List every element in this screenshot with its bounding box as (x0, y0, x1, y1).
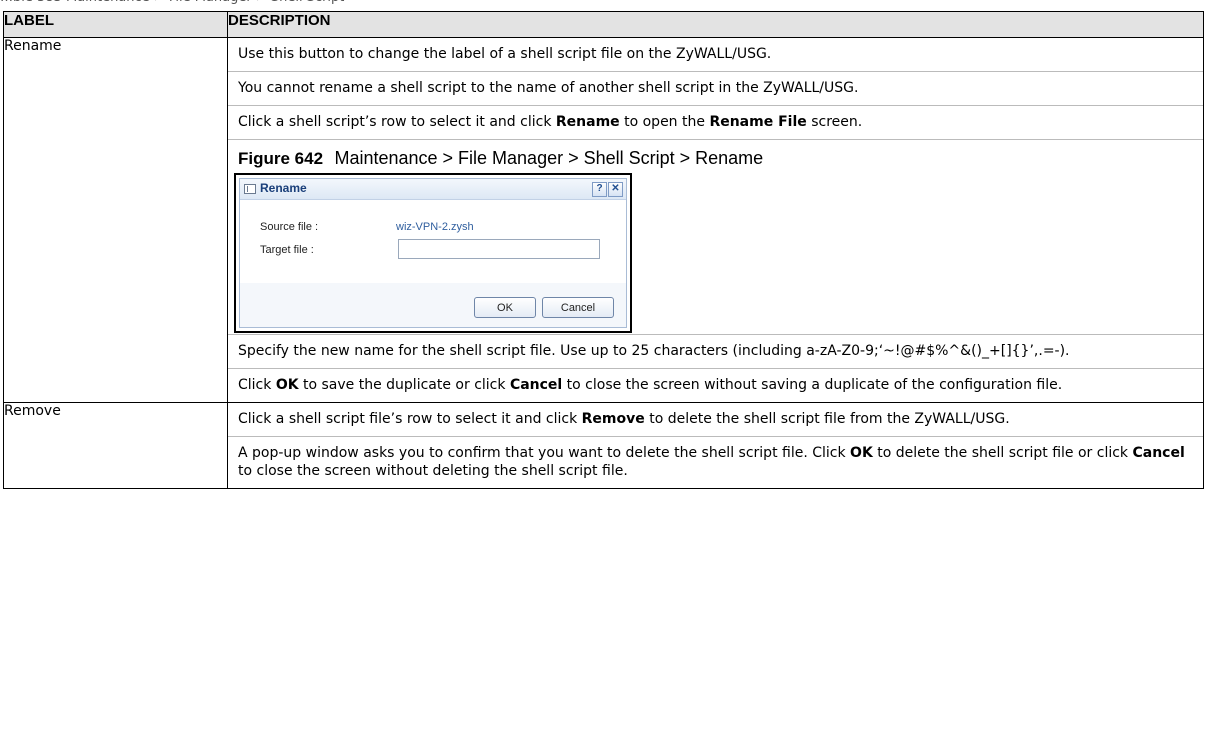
text-run: to delete the shell script file from the… (644, 411, 1010, 427)
text-run: screen. (806, 114, 863, 130)
row-description-rename: Use this button to change the label of a… (227, 37, 1204, 403)
dialog-title: Rename (260, 181, 307, 195)
paragraph: Specify the new name for the shell scrip… (228, 335, 1203, 369)
row-description-remove: Click a shell script file’s row to selec… (227, 402, 1204, 489)
text-run: to close the screen without saving a dup… (562, 377, 1063, 393)
figure-number: Figure 642 (238, 149, 324, 168)
close-icon[interactable]: ✕ (608, 182, 623, 197)
text-run: to save the duplicate or click (298, 377, 510, 393)
paragraph: Click OK to save the duplicate or click … (228, 369, 1203, 402)
row-label-remove: Remove (3, 402, 228, 489)
rename-dialog-screenshot: Rename ? ✕ Source file : wiz-VPN-2.zysh T… (234, 173, 632, 333)
bold-term: Cancel (509, 377, 563, 393)
description-column-header: DESCRIPTION (227, 11, 1204, 38)
source-file-row: Source file : wiz-VPN-2.zysh (260, 221, 474, 233)
paragraph: Use this button to change the label of a… (228, 38, 1203, 72)
bold-term: Remove (581, 411, 645, 427)
text-run: to open the (619, 114, 710, 130)
target-file-row: Target file : (260, 244, 396, 256)
target-file-label: Target file : (260, 244, 314, 256)
target-file-input[interactable] (398, 239, 600, 259)
paragraph: Click a shell script’s row to select it … (228, 106, 1203, 140)
paragraph: Click a shell script file’s row to selec… (228, 403, 1203, 437)
text-run: Click a shell script’s row to select it … (238, 114, 556, 130)
paragraph: You cannot rename a shell script to the … (228, 72, 1203, 106)
text-run: Click a shell script file’s row to selec… (238, 411, 582, 427)
figure-block: Figure 642 Maintenance > File Manager > … (228, 140, 1203, 335)
bold-term: Cancel (1132, 445, 1185, 461)
table-row: Remove Click a shell script file’s row t… (3, 402, 1204, 489)
text-run: to delete the shell script file or click (872, 445, 1133, 461)
dialog-footer: OK Cancel (240, 283, 626, 327)
label-column-header: LABEL (3, 11, 228, 38)
bold-term: Rename (555, 114, 620, 130)
bold-term: Rename File (709, 114, 807, 130)
figure-title: Maintenance > File Manager > Shell Scrip… (334, 148, 764, 168)
dialog-body: Source file : wiz-VPN-2.zysh Target file … (240, 200, 626, 289)
row-label-rename: Rename (3, 37, 228, 403)
bold-term: OK (275, 377, 299, 393)
dialog-frame: Rename ? ✕ Source file : wiz-VPN-2.zysh T… (239, 178, 627, 328)
cancel-button[interactable]: Cancel (542, 297, 614, 318)
source-file-label: Source file : (260, 221, 319, 233)
ok-button[interactable]: OK (474, 297, 536, 318)
bold-term: OK (850, 445, 873, 461)
text-run: Click (238, 377, 276, 393)
text-run: A pop-up window asks you to confirm that… (238, 445, 851, 461)
paragraph: A pop-up window asks you to confirm that… (228, 437, 1203, 488)
window-icon (244, 184, 256, 194)
dialog-titlebar: Rename ? ✕ (240, 179, 626, 200)
text-run: to close the screen without deleting the… (238, 463, 628, 479)
figure-caption: Figure 642 Maintenance > File Manager > … (238, 147, 1195, 170)
description-table: LABEL DESCRIPTION Rename Use this button… (3, 11, 1204, 489)
table-row: Rename Use this button to change the lab… (3, 37, 1204, 403)
table-header-row: LABEL DESCRIPTION (3, 11, 1204, 38)
help-icon[interactable]: ? (592, 182, 607, 197)
source-file-value: wiz-VPN-2.zysh (396, 221, 474, 233)
